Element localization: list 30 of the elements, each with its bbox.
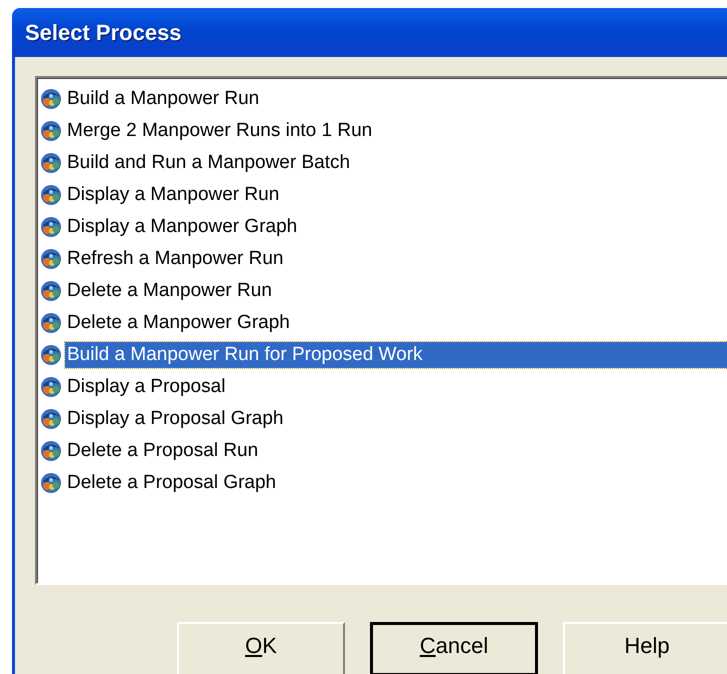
globe-icon [40,312,62,334]
globe-icon [40,344,62,366]
dialog-button[interactable]: Help [563,622,727,674]
list-item[interactable]: Build a Manpower Run for Proposed Work [65,342,727,368]
globe-icon [40,248,62,270]
list-item[interactable]: Build a Manpower Run [65,86,262,112]
globe-icon [40,216,62,238]
globe-icon [40,280,62,302]
list-item[interactable]: Display a Manpower Graph [65,214,300,240]
list-item[interactable]: Delete a Proposal Run [65,438,260,464]
globe-icon [40,184,62,206]
globe-icon [40,472,62,494]
list-item[interactable]: Build and Run a Manpower Batch [65,150,352,176]
list-item[interactable]: Display a Manpower Run [65,182,282,208]
window-title: Select Process [25,20,182,46]
list-item[interactable]: Delete a Manpower Run [65,278,274,304]
globe-icon [40,408,62,430]
list-item[interactable]: Delete a Manpower Graph [65,310,292,336]
globe-icon [40,440,62,462]
list-item[interactable]: Merge 2 Manpower Runs into 1 Run [65,118,374,144]
list-item[interactable]: Display a Proposal [65,374,228,400]
globe-icon [40,88,62,110]
globe-icon [40,120,62,142]
list-item[interactable]: Delete a Proposal Graph [65,470,278,496]
dialog-button[interactable]: Cancel [370,622,538,674]
globe-icon [40,152,62,174]
dialog-button[interactable]: OK [177,622,345,674]
globe-icon [40,376,62,398]
list-item[interactable]: Refresh a Manpower Run [65,246,286,272]
list-item[interactable]: Display a Proposal Graph [65,406,286,432]
